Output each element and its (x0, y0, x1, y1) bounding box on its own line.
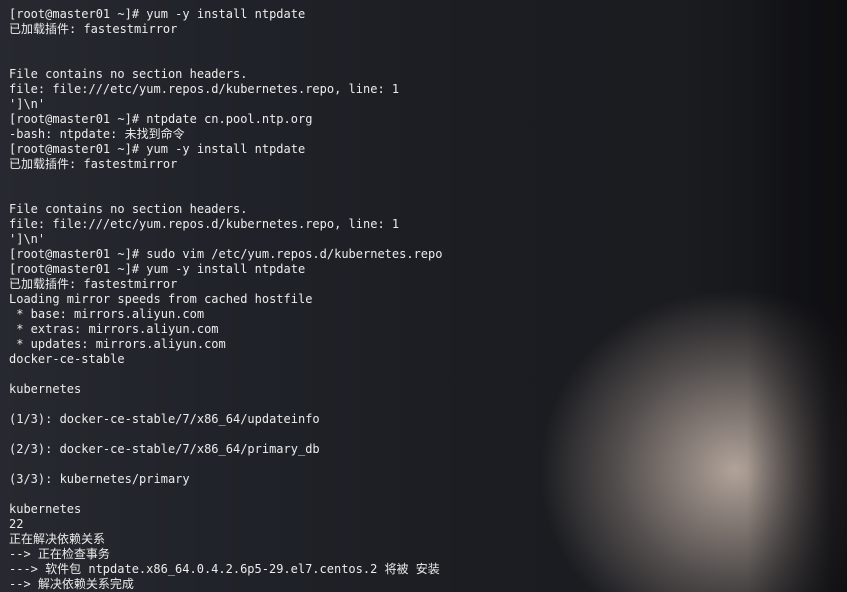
terminal-line: 22 (9, 517, 24, 531)
terminal-line: * base: mirrors.aliyun.com (9, 307, 205, 321)
terminal-line: (3/3): kubernetes/primary (9, 472, 190, 486)
terminal-line: ---> 软件包 ntpdate.x86_64.0.4.2.6p5-29.el7… (9, 562, 440, 576)
terminal-line: file: file:///etc/yum.repos.d/kubernetes… (9, 217, 400, 231)
terminal-line: (2/3): docker-ce-stable/7/x86_64/primary… (9, 442, 320, 456)
terminal-line: --> 解决依赖关系完成 (9, 577, 134, 591)
terminal-window[interactable]: [root@master01 ~]# yum -y install ntpdat… (0, 0, 847, 592)
terminal-line: 已加载插件: fastestmirror (9, 277, 178, 291)
terminal-line: 正在解决依赖关系 (9, 532, 106, 546)
terminal-line: -bash: ntpdate: 未找到命令 (9, 127, 185, 141)
terminal-line: file: file:///etc/yum.repos.d/kubernetes… (9, 82, 400, 96)
terminal-line: * updates: mirrors.aliyun.com (9, 337, 226, 351)
terminal-output: [root@master01 ~]# yum -y install ntpdat… (9, 7, 442, 592)
terminal-line: --> 正在检查事务 (9, 547, 110, 561)
terminal-line: docker-ce-stable (9, 352, 125, 366)
terminal-line: File contains no section headers. (9, 67, 248, 81)
terminal-line: 已加载插件: fastestmirror (9, 157, 178, 171)
terminal-line: ']\n' (9, 97, 46, 111)
terminal-line: [root@master01 ~]# yum -y install ntpdat… (9, 142, 306, 156)
terminal-line: [root@master01 ~]# sudo vim /etc/yum.rep… (9, 247, 443, 261)
terminal-line: (1/3): docker-ce-stable/7/x86_64/updatei… (9, 412, 320, 426)
terminal-line: File contains no section headers. (9, 202, 248, 216)
terminal-line: [root@master01 ~]# yum -y install ntpdat… (9, 262, 306, 276)
terminal-line: kubernetes (9, 502, 82, 516)
terminal-line: * extras: mirrors.aliyun.com (9, 322, 219, 336)
terminal-line: [root@master01 ~]# ntpdate cn.pool.ntp.o… (9, 112, 313, 126)
terminal-line: Loading mirror speeds from cached hostfi… (9, 292, 313, 306)
terminal-line: 已加载插件: fastestmirror (9, 22, 178, 36)
terminal-line: ']\n' (9, 232, 46, 246)
terminal-line: [root@master01 ~]# yum -y install ntpdat… (9, 7, 306, 21)
terminal-line: kubernetes (9, 382, 82, 396)
